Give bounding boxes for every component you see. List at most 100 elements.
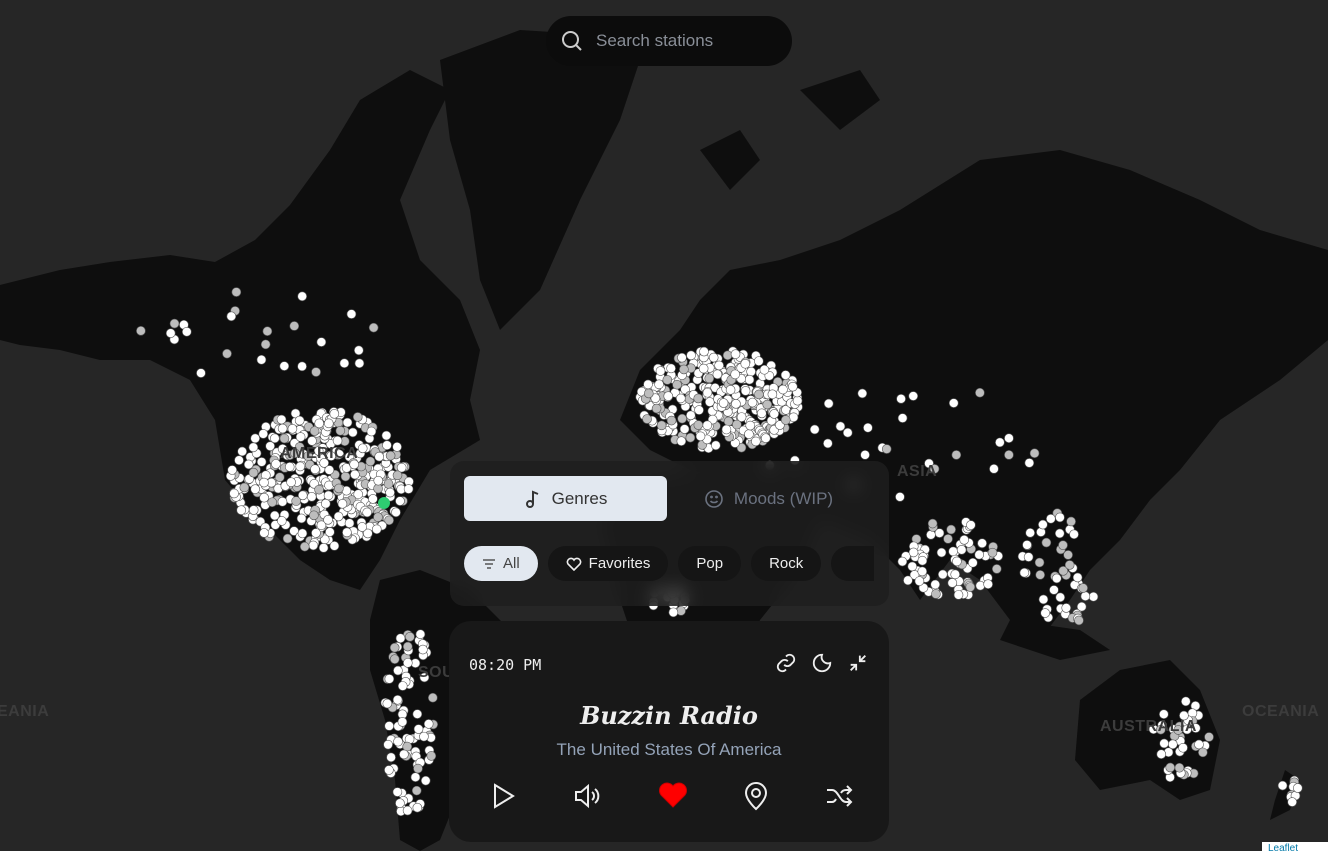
station-marker[interactable] bbox=[1069, 529, 1079, 540]
station-marker[interactable] bbox=[823, 438, 833, 449]
station-marker[interactable] bbox=[947, 578, 958, 588]
station-marker[interactable] bbox=[415, 629, 426, 640]
station-marker[interactable] bbox=[282, 533, 293, 544]
station-marker[interactable] bbox=[1178, 742, 1188, 753]
tab-moods[interactable]: Moods (WIP) bbox=[667, 476, 870, 521]
station-marker[interactable] bbox=[412, 709, 423, 719]
station-marker[interactable] bbox=[656, 420, 667, 431]
search-bar[interactable] bbox=[546, 16, 792, 66]
station-marker[interactable] bbox=[740, 358, 751, 369]
station-marker[interactable] bbox=[308, 540, 319, 551]
station-marker[interactable] bbox=[428, 692, 438, 703]
station-marker[interactable] bbox=[323, 418, 334, 429]
station-marker[interactable] bbox=[702, 387, 713, 398]
station-marker[interactable] bbox=[384, 674, 395, 684]
station-marker[interactable] bbox=[362, 507, 372, 518]
station-marker[interactable] bbox=[731, 399, 741, 409]
station-marker[interactable] bbox=[1004, 433, 1014, 444]
station-marker[interactable] bbox=[723, 416, 734, 427]
station-marker[interactable] bbox=[410, 772, 421, 783]
station-marker[interactable] bbox=[666, 363, 676, 374]
station-marker[interactable] bbox=[975, 387, 985, 398]
station-marker[interactable] bbox=[222, 348, 232, 359]
station-marker[interactable] bbox=[754, 356, 764, 366]
station-marker[interactable] bbox=[931, 589, 941, 599]
station-marker[interactable] bbox=[323, 515, 333, 525]
station-marker[interactable] bbox=[310, 464, 320, 475]
station-marker[interactable] bbox=[237, 446, 247, 457]
station-marker[interactable] bbox=[655, 366, 666, 376]
link-icon[interactable] bbox=[775, 652, 797, 674]
station-marker[interactable] bbox=[897, 413, 908, 423]
station-marker[interactable] bbox=[951, 450, 962, 460]
station-marker[interactable] bbox=[350, 469, 360, 480]
tab-genres[interactable]: Genres bbox=[464, 476, 667, 521]
station-marker[interactable] bbox=[236, 505, 247, 515]
station-marker[interactable] bbox=[374, 451, 385, 462]
station-marker[interactable] bbox=[383, 479, 394, 489]
station-marker[interactable] bbox=[340, 471, 351, 482]
station-marker[interactable] bbox=[778, 384, 788, 395]
station-marker[interactable] bbox=[389, 642, 400, 653]
station-marker[interactable] bbox=[1204, 732, 1214, 742]
station-marker[interactable] bbox=[353, 345, 364, 356]
station-marker[interactable] bbox=[306, 491, 317, 502]
station-marker[interactable] bbox=[1034, 557, 1045, 568]
station-marker[interactable] bbox=[250, 484, 260, 494]
station-marker[interactable] bbox=[337, 499, 348, 509]
station-marker[interactable] bbox=[226, 311, 237, 322]
station-marker[interactable] bbox=[1038, 519, 1048, 530]
station-marker[interactable] bbox=[344, 518, 355, 529]
minimize-icon[interactable] bbox=[847, 652, 869, 674]
station-marker[interactable] bbox=[677, 352, 687, 363]
station-marker[interactable] bbox=[248, 505, 259, 515]
station-marker[interactable] bbox=[1024, 458, 1035, 468]
station-marker[interactable] bbox=[903, 575, 913, 586]
station-marker[interactable] bbox=[314, 418, 324, 429]
station-marker[interactable] bbox=[395, 798, 405, 808]
station-marker[interactable] bbox=[881, 444, 892, 454]
station-marker[interactable] bbox=[1078, 583, 1088, 593]
station-marker[interactable] bbox=[666, 415, 677, 426]
station-marker[interactable] bbox=[234, 455, 244, 466]
station-marker[interactable] bbox=[762, 399, 773, 410]
station-marker[interactable] bbox=[908, 547, 919, 558]
station-marker[interactable] bbox=[686, 350, 696, 361]
station-marker[interactable] bbox=[1061, 603, 1072, 613]
station-marker[interactable] bbox=[332, 435, 343, 446]
station-marker[interactable] bbox=[950, 569, 961, 580]
station-marker[interactable] bbox=[702, 420, 713, 431]
station-marker[interactable] bbox=[366, 426, 377, 437]
station-marker[interactable] bbox=[1046, 513, 1056, 524]
station-marker[interactable] bbox=[297, 528, 308, 539]
station-marker[interactable] bbox=[383, 739, 393, 750]
leaflet-attribution[interactable]: Leaflet bbox=[1262, 842, 1328, 851]
station-marker[interactable] bbox=[229, 488, 239, 499]
station-marker[interactable] bbox=[395, 633, 406, 644]
station-marker[interactable] bbox=[286, 477, 296, 488]
station-marker[interactable] bbox=[346, 309, 357, 319]
station-marker[interactable] bbox=[1051, 573, 1062, 584]
station-marker[interactable] bbox=[686, 410, 696, 421]
station-marker[interactable] bbox=[675, 393, 686, 404]
station-marker[interactable] bbox=[311, 528, 321, 538]
station-marker[interactable] bbox=[227, 465, 237, 475]
station-marker[interactable] bbox=[917, 566, 928, 577]
station-marker[interactable] bbox=[991, 564, 1002, 574]
chip-rock[interactable]: Rock bbox=[751, 546, 822, 581]
station-marker[interactable] bbox=[809, 424, 820, 435]
station-marker[interactable] bbox=[339, 358, 350, 369]
station-marker[interactable] bbox=[265, 441, 275, 451]
station-marker[interactable] bbox=[392, 694, 403, 705]
station-marker[interactable] bbox=[1181, 696, 1191, 707]
station-marker[interactable] bbox=[309, 510, 319, 521]
station-marker[interactable] bbox=[1080, 591, 1091, 602]
search-input[interactable] bbox=[594, 30, 778, 52]
station-marker[interactable] bbox=[368, 322, 379, 333]
station-marker[interactable] bbox=[685, 432, 696, 443]
station-marker[interactable] bbox=[384, 515, 394, 526]
station-marker[interactable] bbox=[974, 549, 985, 560]
station-marker[interactable] bbox=[297, 291, 308, 302]
station-marker[interactable] bbox=[395, 496, 405, 506]
station-marker[interactable] bbox=[983, 579, 993, 590]
